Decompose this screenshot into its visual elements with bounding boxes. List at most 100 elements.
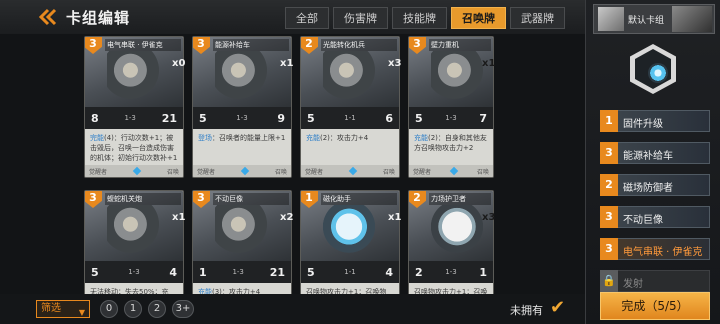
- deck-list-item[interactable]: 2 磁场防御者: [600, 174, 710, 196]
- card-name: 能源补给车: [213, 39, 289, 51]
- card-footer: 觉醒者 召唤: [409, 165, 493, 177]
- card-attack: 2: [415, 265, 423, 279]
- card-name: 磁化助手: [321, 193, 397, 205]
- card-name: 蝮蛇机关炮: [105, 193, 181, 205]
- tab-summon[interactable]: 召唤牌: [451, 7, 506, 29]
- card-count: x1: [172, 212, 186, 223]
- card-keyword: 完能: [90, 134, 104, 142]
- card-hp: 21: [161, 111, 177, 125]
- deck-item-name: 磁场防御者: [623, 183, 673, 194]
- card-desc-text: (2)：攻击力+4: [320, 134, 369, 142]
- avatar: [598, 7, 624, 31]
- chevron-down-icon: ▼: [78, 308, 85, 317]
- deck-list-item[interactable]: 3 能源补给车: [600, 142, 710, 164]
- deck-item-cost: 3: [600, 238, 618, 260]
- deck-item-name: 固件升级: [623, 119, 663, 130]
- card-range: 1-3: [232, 268, 244, 276]
- deck-list-item[interactable]: 1 固件升级: [600, 110, 710, 132]
- bottom-bar: 筛选 ▼ 0 1 2 3+ 未拥有 ✔: [0, 294, 585, 324]
- deck-header[interactable]: 默认卡组: [593, 4, 715, 34]
- filter-dropdown[interactable]: 筛选 ▼: [36, 300, 90, 318]
- card-range: 1-1: [344, 268, 356, 276]
- card-range: 1-3: [124, 114, 136, 122]
- deck-item-cost: 3: [600, 142, 618, 164]
- card-footer-left: 觉醒者: [305, 168, 324, 176]
- card-desc-text: (4)：行动次数+1；被击毁后，召唤一台造成伤害的机体；初始行动次数补+1: [90, 134, 178, 162]
- card-attack: 8: [91, 111, 99, 125]
- diamond-icon: [132, 166, 142, 176]
- diamond-icon: [449, 166, 459, 176]
- deck-list-item-locked[interactable]: 🔒 发射: [600, 270, 710, 292]
- tab-all[interactable]: 全部: [285, 7, 329, 29]
- cost-filter-1[interactable]: 1: [124, 300, 142, 318]
- deck-list-item[interactable]: 3 电气串联 · 伊雀克: [600, 238, 710, 260]
- card-stats: 8 1-3 21: [85, 107, 183, 129]
- card-count: x1: [388, 212, 402, 223]
- diamond-icon: [240, 166, 250, 176]
- card-description: 完能(4)：行动次数+1；被击毁后，召唤一台造成伤害的机体；初始行动次数补+1: [90, 133, 178, 163]
- card-stats: 2 1-3 1: [409, 261, 493, 283]
- deck-card-list: 1 固件升级 3 能源补给车 2 磁场防御者 3 不动巨像 3 电气串联 · 伊…: [600, 110, 710, 302]
- card-desc-text: ：召唤者的能量上限+1: [212, 134, 286, 142]
- card-description: 充能(2)：自身和其他友方召唤物攻击力+2: [414, 133, 488, 153]
- card-keyword: 充能: [414, 134, 428, 142]
- card-stats: 5 1-1 4: [301, 261, 399, 283]
- card-footer-right: 召唤: [166, 168, 179, 176]
- diamond-icon: [348, 166, 358, 176]
- core-emblem-icon: [630, 44, 676, 94]
- unowned-label: 未拥有: [510, 304, 543, 317]
- card-keyword: 充能: [306, 134, 320, 142]
- card-stats: 5 1-3 9: [193, 107, 291, 129]
- card-footer-left: 觉醒者: [413, 168, 432, 176]
- tab-skill[interactable]: 技能牌: [392, 7, 447, 29]
- card-name: 不动巨像: [213, 193, 289, 205]
- card-item[interactable]: 3 能源补给车 5 1-3 9 登场：召唤者的能量上限+1 觉醒者 召唤: [192, 36, 292, 178]
- card-attack: 5: [307, 111, 315, 125]
- card-stats: 5 1-3 4: [85, 261, 183, 283]
- tab-weapon[interactable]: 武器牌: [510, 7, 565, 29]
- card-item[interactable]: 2 光能转化机兵 5 1-1 6 充能(2)：攻击力+4 觉醒者 召唤: [300, 36, 400, 178]
- cost-filter-2[interactable]: 2: [148, 300, 166, 318]
- card-attack: 1: [199, 265, 207, 279]
- deck-item-name: 电气串联 · 伊雀克: [623, 247, 703, 258]
- card-footer: 觉醒者 召唤: [301, 165, 399, 177]
- card-hp: 4: [169, 265, 177, 279]
- deck-sidebar: 默认卡组 1 固件升级 3 能源补给车 2 磁场防御者 3 不动巨像 3 电气串…: [585, 0, 720, 324]
- card-hp: 9: [277, 111, 285, 125]
- card-hp: 6: [385, 111, 393, 125]
- back-arrow-icon[interactable]: [38, 8, 58, 26]
- card-footer-right: 召唤: [476, 168, 489, 176]
- deck-list-item[interactable]: 3 不动巨像: [600, 206, 710, 228]
- card-range: 1-3: [445, 114, 457, 122]
- card-range: 1-3: [128, 268, 140, 276]
- card-footer: 觉醒者 召唤: [193, 165, 291, 177]
- deck-item-cost: 3: [600, 206, 618, 228]
- lock-icon: 🔒: [600, 270, 618, 292]
- card-range: 1-1: [344, 114, 356, 122]
- card-stats: 5 1-3 7: [409, 107, 493, 129]
- deck-item-cost: 2: [600, 174, 618, 196]
- card-description: 登场：召唤者的能量上限+1: [198, 133, 286, 143]
- card-name: 光能转化机兵: [321, 39, 397, 51]
- card-stats: 5 1-1 6: [301, 107, 399, 129]
- deck-item-name: 能源补给车: [623, 151, 673, 162]
- card-count: x3: [388, 58, 402, 69]
- card-stats: 1 1-3 21: [193, 261, 291, 283]
- card-range: 1-3: [236, 114, 248, 122]
- card-item[interactable]: 3 电气串联 · 伊雀克 8 1-3 21 完能(4)：行动次数+1；被击毁后，…: [84, 36, 184, 178]
- done-button[interactable]: 完成（5/5）: [600, 292, 710, 320]
- card-hp: 4: [385, 265, 393, 279]
- card-grid: 3 电气串联 · 伊雀克 8 1-3 21 完能(4)：行动次数+1；被击毁后，…: [84, 34, 496, 324]
- cost-filter-3plus[interactable]: 3+: [172, 300, 194, 318]
- deck-name: 默认卡组: [628, 16, 665, 26]
- card-name: 力场护卫者: [429, 193, 491, 205]
- card-count: x0: [172, 58, 186, 69]
- card-footer-left: 觉醒者: [89, 168, 108, 176]
- deck-item-name: 发射: [623, 279, 643, 290]
- unowned-checkbox[interactable]: ✔: [550, 298, 570, 318]
- card-attack: 5: [307, 265, 315, 279]
- cost-filter-0[interactable]: 0: [100, 300, 118, 318]
- tab-damage[interactable]: 伤害牌: [333, 7, 388, 29]
- card-type-tabs: 全部 伤害牌 技能牌 召唤牌 武器牌: [285, 7, 565, 29]
- card-keyword: 登场: [198, 134, 212, 142]
